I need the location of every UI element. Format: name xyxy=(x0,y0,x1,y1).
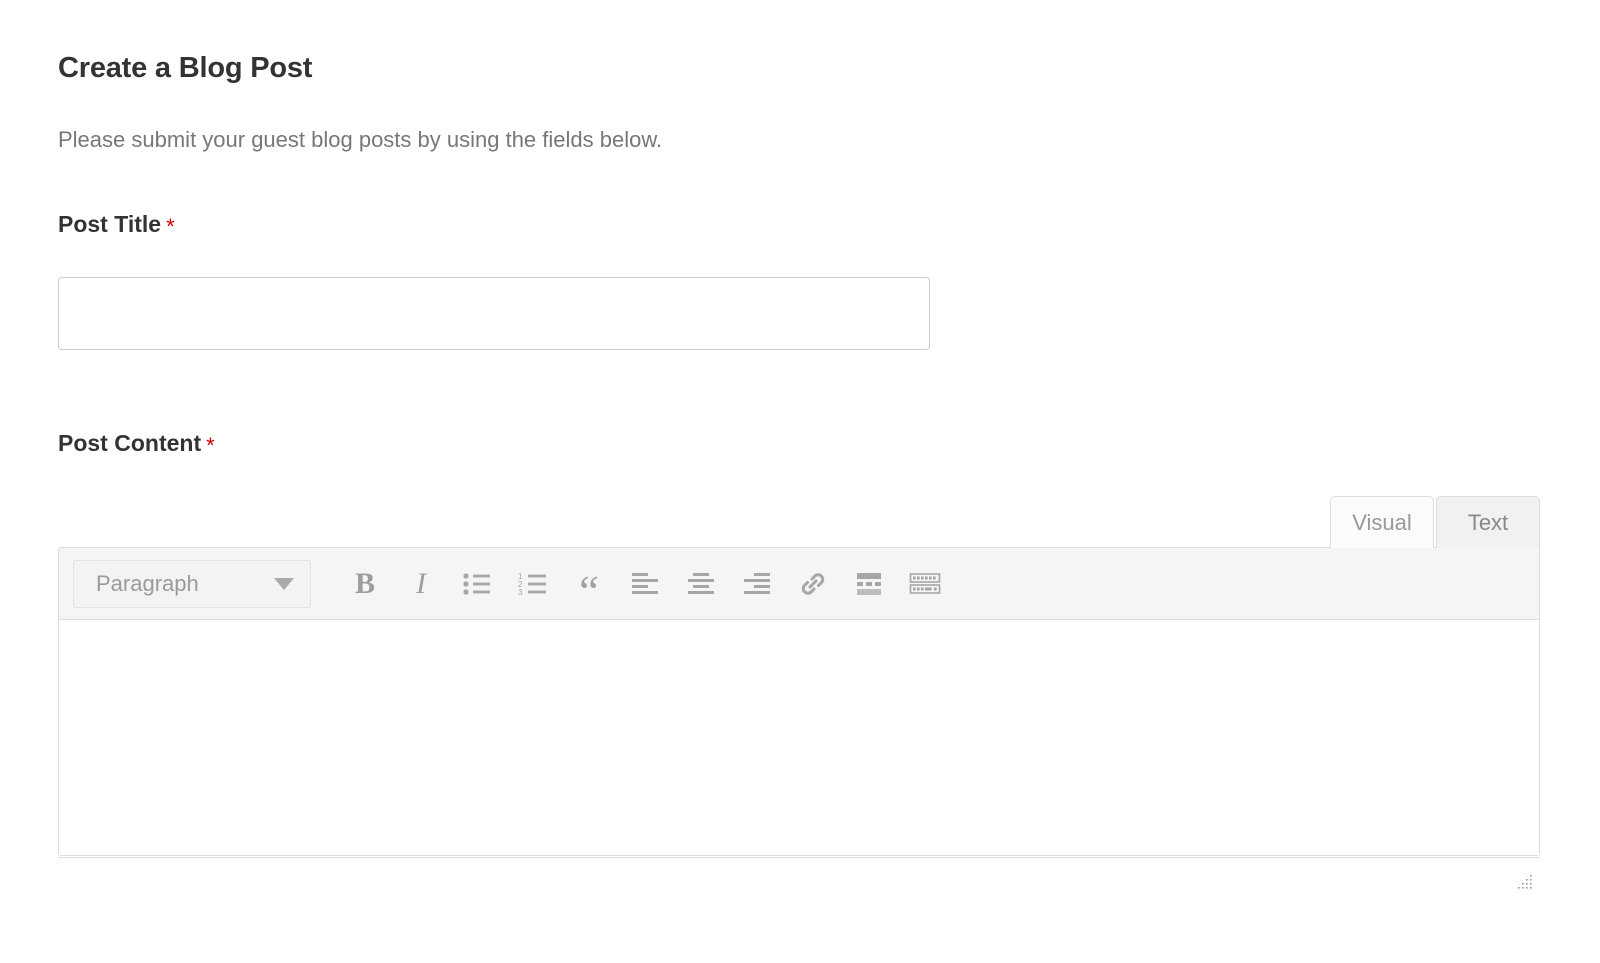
align-center-icon xyxy=(686,571,716,597)
format-select-value: Paragraph xyxy=(96,570,199,596)
rich-text-editor: Visual Text Paragraph B I 1 2 3 “ xyxy=(58,496,1540,895)
align-left-icon xyxy=(630,571,660,597)
page-title: Create a Blog Post xyxy=(58,52,313,85)
required-asterisk: * xyxy=(166,214,175,239)
post-title-input[interactable] xyxy=(58,277,930,350)
tab-visual[interactable]: Visual xyxy=(1330,496,1434,548)
link-icon xyxy=(798,570,828,598)
align-right-button[interactable] xyxy=(729,558,785,610)
bulleted-list-button[interactable] xyxy=(449,558,505,610)
keyboard-icon xyxy=(909,571,941,597)
align-center-button[interactable] xyxy=(673,558,729,610)
blog-post-form-page: Create a Blog Post Please submit your gu… xyxy=(0,0,1600,963)
read-more-icon xyxy=(854,571,884,597)
insert-link-button[interactable] xyxy=(785,558,841,610)
form-description: Please submit your guest blog posts by u… xyxy=(58,127,663,152)
tab-text[interactable]: Text xyxy=(1436,496,1540,548)
bold-button[interactable]: B xyxy=(337,558,393,610)
blockquote-button[interactable]: “ xyxy=(561,558,617,613)
keyboard-shortcuts-button[interactable] xyxy=(897,558,953,610)
editor-content-area[interactable] xyxy=(59,620,1539,855)
tab-text-label: Text xyxy=(1467,509,1509,535)
bulleted-list-icon xyxy=(462,571,492,597)
svg-text:3: 3 xyxy=(518,588,523,597)
editor-mode-tabs: Visual Text xyxy=(58,496,1540,548)
numbered-list-button[interactable]: 1 2 3 xyxy=(505,558,561,610)
editor-frame: Paragraph B I 1 2 3 “ xyxy=(58,547,1540,856)
italic-button[interactable]: I xyxy=(393,558,449,610)
post-title-label-text: Post Title xyxy=(58,211,162,237)
post-content-label: Post Content * xyxy=(58,430,215,458)
read-more-button[interactable] xyxy=(841,558,897,610)
chevron-down-icon xyxy=(274,577,294,590)
editor-status-bar xyxy=(58,857,1540,895)
tab-visual-label: Visual xyxy=(1352,509,1412,535)
format-select[interactable]: Paragraph xyxy=(73,559,311,608)
post-title-label: Post Title * xyxy=(58,211,175,239)
editor-toolbar: Paragraph B I 1 2 3 “ xyxy=(59,548,1539,620)
numbered-list-icon: 1 2 3 xyxy=(517,571,549,597)
required-asterisk: * xyxy=(206,433,215,458)
post-content-label-text: Post Content xyxy=(58,430,202,456)
align-right-icon xyxy=(742,571,772,597)
align-left-button[interactable] xyxy=(617,558,673,610)
bold-icon: B xyxy=(354,566,375,600)
italic-icon: I xyxy=(416,566,426,600)
resize-handle-icon[interactable] xyxy=(1515,874,1533,890)
